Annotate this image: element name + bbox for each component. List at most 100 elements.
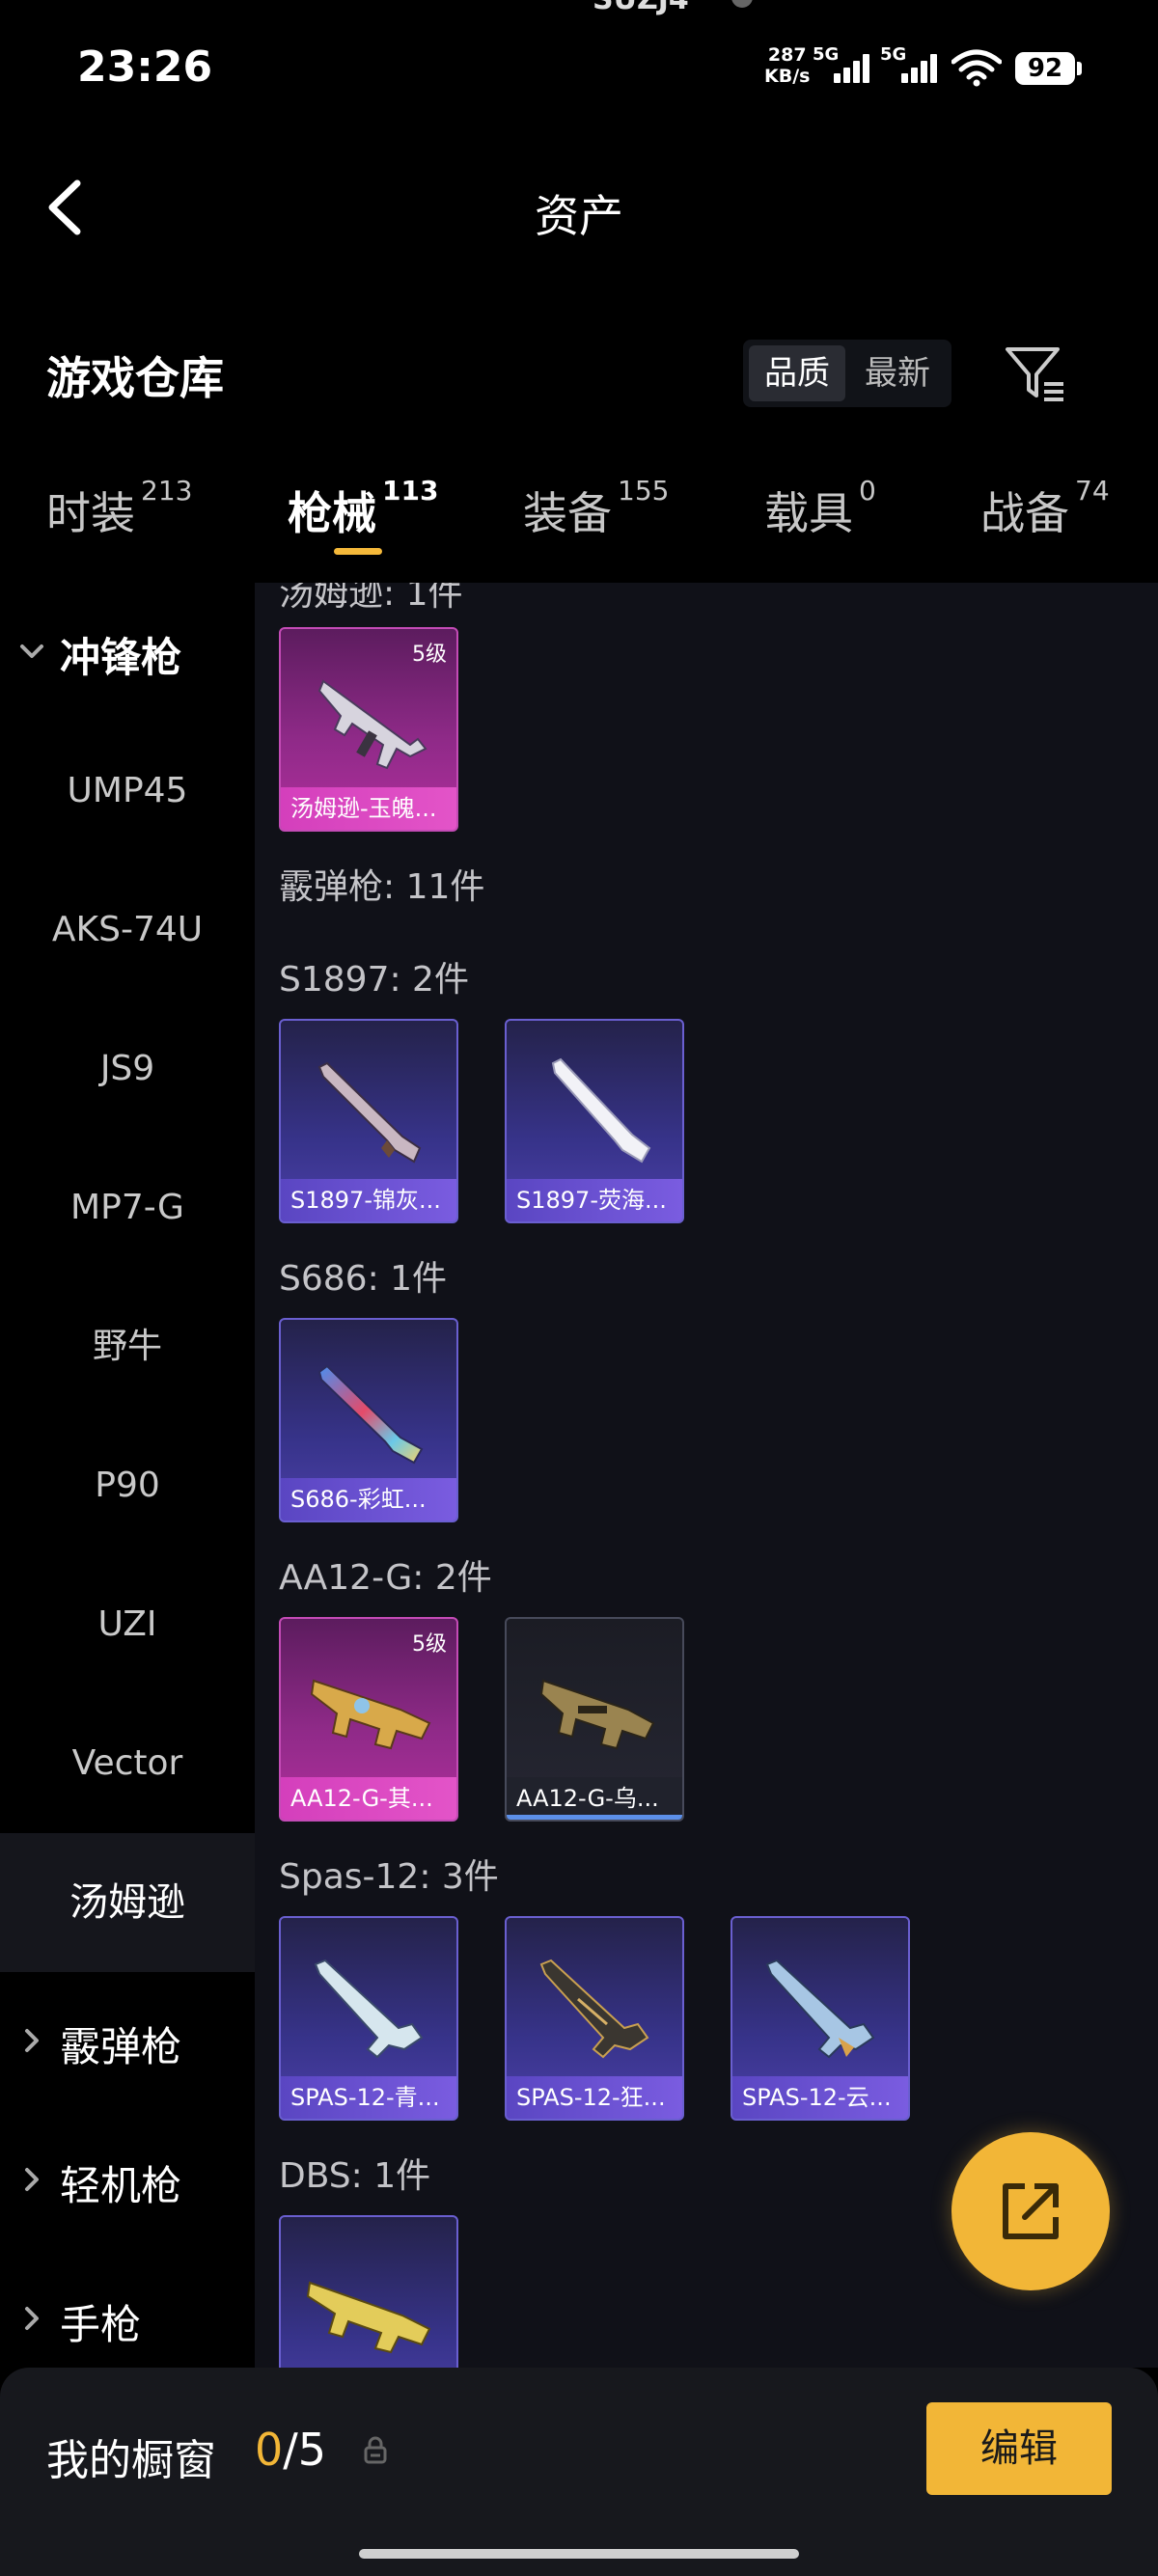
sidebar-item-thompson[interactable]: 汤姆逊 [0,1833,255,1972]
item-name: AA12-G-乌... [507,1777,682,1820]
lock-icon [364,2436,387,2464]
category-label: 霰弹枪 [60,2023,182,2070]
tab-supplies[interactable]: 战备 74 [980,475,1110,542]
sidebar-item-js9[interactable]: JS9 [0,1000,255,1138]
group-title-aa12g: AA12-G: 2件 [279,1558,492,1598]
filter-icon [1006,347,1063,401]
tab-count: 0 [859,475,876,507]
tab-label: 枪械 [288,487,376,539]
tab-fashion[interactable]: 时装 213 [46,475,192,542]
item-card[interactable]: SPAS-12-云... [731,1916,910,2121]
category-sidebar: 冲锋枪 UMP45 AKS-74U JS9 MP7-G 野牛 P90 UZI V… [0,583,255,2368]
tab-count: 155 [618,475,670,507]
network-speed-value: 287 [767,44,807,66]
group-title-dbs: DBS: 1件 [279,2156,431,2196]
battery-level: 92 [1015,52,1075,85]
item-card[interactable]: SPAS-12-青... [279,1916,458,2121]
category-label: 冲锋枪 [60,634,182,681]
group-title-s1897: S1897: 2件 [279,960,469,1000]
item-card[interactable]: 5级 AA12-G-其... [279,1617,458,1822]
battery-icon [1077,62,1082,75]
network-speed: 287 KB/s [764,44,810,87]
tab-vehicles[interactable]: 载具 0 [764,475,876,542]
status-ghost-text: SUZJ4 [593,0,689,16]
item-name: AA12-G-其... [281,1777,456,1820]
signal-icon: 5G [813,44,872,87]
tab-label: 时装 [46,487,135,539]
item-card[interactable]: 5级 汤姆逊-玉魄... [279,627,458,832]
weapon-image [539,1679,655,1750]
tab-label: 战备 [980,487,1069,539]
weapon-image [539,1959,649,2059]
filter-button[interactable] [1004,343,1069,405]
network-speed-unit: KB/s [764,66,811,87]
category-shotgun[interactable]: 霰弹枪 [0,1972,255,2111]
tab-label: 载具 [764,487,853,539]
category-label: 轻机枪 [60,2162,182,2209]
group-title-s686: S686: 1件 [279,1259,448,1299]
sidebar-item-bizon[interactable]: 野牛 [0,1277,255,1416]
sidebar-item-vector[interactable]: Vector [0,1694,255,1833]
edit-button[interactable]: 编辑 [926,2402,1112,2495]
active-tab-indicator [334,548,382,555]
sort-quality-button[interactable]: 品质 [749,345,845,401]
chevron-right-icon [25,2029,39,2052]
showcase-separator: / [283,2424,298,2476]
weapon-image [765,1959,875,2059]
showcase-count: 0/5 [255,2424,326,2476]
signal-label: 5G [813,44,840,65]
item-name: SPAS-12-狂... [507,2076,682,2119]
item-name: 汤姆逊-玉魄... [281,787,456,830]
item-name: SPAS-12-青... [281,2076,456,2119]
showcase-label: 我的橱窗 [46,2436,216,2485]
weapon-image [317,1061,422,1164]
chevron-right-icon [25,2168,39,2191]
weapon-image [310,1679,431,1750]
group-title-shotgun: 霰弹枪: 11件 [279,867,485,907]
wifi-icon [951,49,1002,87]
item-card[interactable]: AA12-G-乌... [505,1617,684,1822]
share-icon [1003,2183,1059,2239]
home-indicator[interactable] [359,2549,799,2559]
weapon-image [317,679,427,770]
item-card[interactable] [279,2215,458,2368]
signal-icon: 5G [880,44,940,87]
item-name: S1897-锦灰... [281,1179,456,1221]
tab-count: 113 [382,475,439,507]
showcase-max: 5 [297,2424,327,2476]
status-time: 23:26 [77,42,213,92]
category-smg[interactable]: 冲锋枪 [0,583,255,722]
sidebar-item-uzi[interactable]: UZI [0,1555,255,1694]
weapon-image [317,1364,424,1465]
category-lmg[interactable]: 轻机枪 [0,2111,255,2250]
warehouse-title: 游戏仓库 [46,352,224,404]
item-name: SPAS-12-云... [732,2076,908,2119]
weapon-image [306,2281,431,2354]
tab-label: 装备 [523,487,612,539]
chevron-right-icon [25,2307,39,2330]
item-card[interactable]: S1897-锦灰... [279,1019,458,1223]
weapon-image [551,1057,651,1164]
item-name: S686-彩虹... [281,1478,456,1521]
item-grid[interactable]: 汤姆逊: 1件 5级 汤姆逊-玉魄... 霰弹枪: 11件 S1897: 2件 … [255,583,1158,2368]
item-name: S1897-荧海... [507,1179,682,1221]
sidebar-item-aks74u[interactable]: AKS-74U [0,861,255,1000]
share-button[interactable] [951,2132,1110,2290]
tab-firearms[interactable]: 枪械 113 [288,475,438,542]
item-card[interactable]: S686-彩虹... [279,1318,458,1522]
item-card[interactable]: S1897-荧海... [505,1019,684,1223]
sort-toggle: 品质 最新 [743,340,951,407]
chevron-down-icon [20,644,43,658]
signal-label: 5G [880,44,907,65]
tab-equipment[interactable]: 装备 155 [523,475,669,542]
tab-count: 213 [141,475,193,507]
sort-newest-button[interactable]: 最新 [849,345,946,401]
sidebar-item-ump45[interactable]: UMP45 [0,722,255,861]
page-title: 资产 [535,190,623,242]
item-card[interactable]: SPAS-12-狂... [505,1916,684,2121]
weapon-image [314,1959,424,2059]
group-title-spas12: Spas-12: 3件 [279,1857,499,1897]
level-badge: 5级 [412,643,447,667]
sidebar-item-mp7g[interactable]: MP7-G [0,1138,255,1277]
sidebar-item-p90[interactable]: P90 [0,1416,255,1555]
